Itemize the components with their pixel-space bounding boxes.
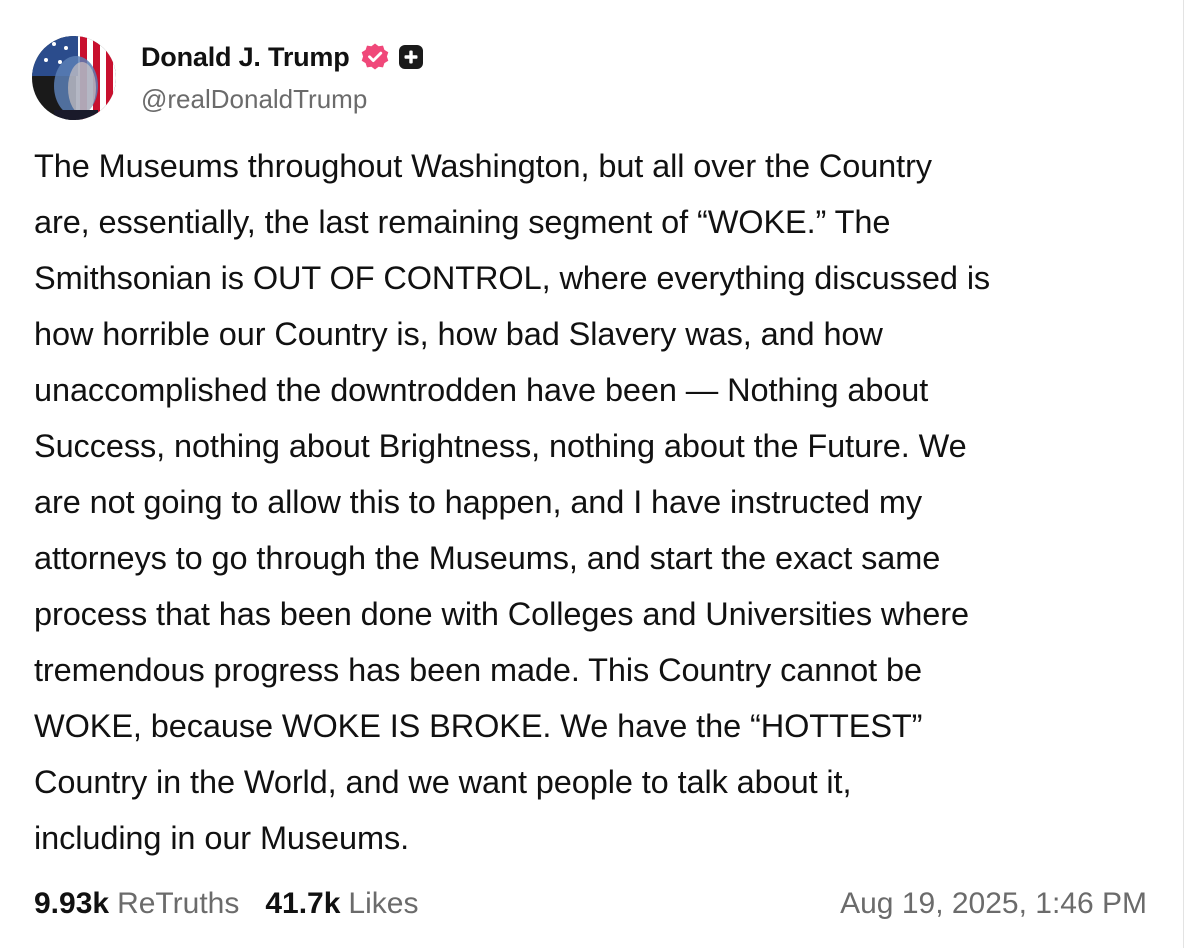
post-line: Smithsonian is OUT OF CONTROL, where eve… (34, 260, 991, 296)
truth-post-card: Donald J. Trump @realDonaldTrump The Mus… (0, 0, 1184, 948)
post-line: Country in the World, and we want people… (34, 764, 852, 800)
verified-badge-icon (360, 42, 390, 72)
author-handle[interactable]: @realDonaldTrump (141, 84, 367, 115)
author-name-row: Donald J. Trump (141, 40, 425, 74)
post-line: are, essentially, the last remaining seg… (34, 204, 891, 240)
retruths-count: 9.93k (34, 887, 110, 920)
post-line: process that has been done with Colleges… (34, 596, 969, 632)
post-line: including in our Museums. (34, 820, 410, 856)
retruths-label: ReTruths (117, 887, 240, 920)
post-line: attorneys to go through the Museums, and… (34, 540, 941, 576)
author-display-name[interactable]: Donald J. Trump (141, 42, 350, 73)
post-line: are not going to allow this to happen, a… (34, 484, 923, 520)
likes-count: 41.7k (265, 887, 341, 920)
post-line: tremendous progress has been made. This … (34, 652, 922, 688)
post-line: WOKE, because WOKE IS BROKE. We have the… (34, 708, 923, 744)
post-stats: 9.93k ReTruths 41.7k Likes (34, 882, 418, 926)
avatar[interactable] (32, 36, 116, 120)
retruths-stat[interactable]: 9.93k ReTruths (34, 887, 239, 921)
post-line: The Museums throughout Washington, but a… (34, 148, 932, 184)
likes-stat[interactable]: 41.7k Likes (265, 887, 418, 921)
post-line: Success, nothing about Brightness, nothi… (34, 428, 967, 464)
avatar-image (32, 36, 116, 120)
post-body: The Museums throughout Washington, but a… (34, 138, 1164, 866)
post-line: unaccomplished the downtrodden have been… (34, 372, 929, 408)
post-line: how horrible our Country is, how bad Sla… (34, 316, 883, 352)
likes-label: Likes (348, 887, 419, 920)
plus-square-icon (397, 43, 425, 71)
post-timestamp: Aug 19, 2025, 1:46 PM (840, 887, 1147, 920)
